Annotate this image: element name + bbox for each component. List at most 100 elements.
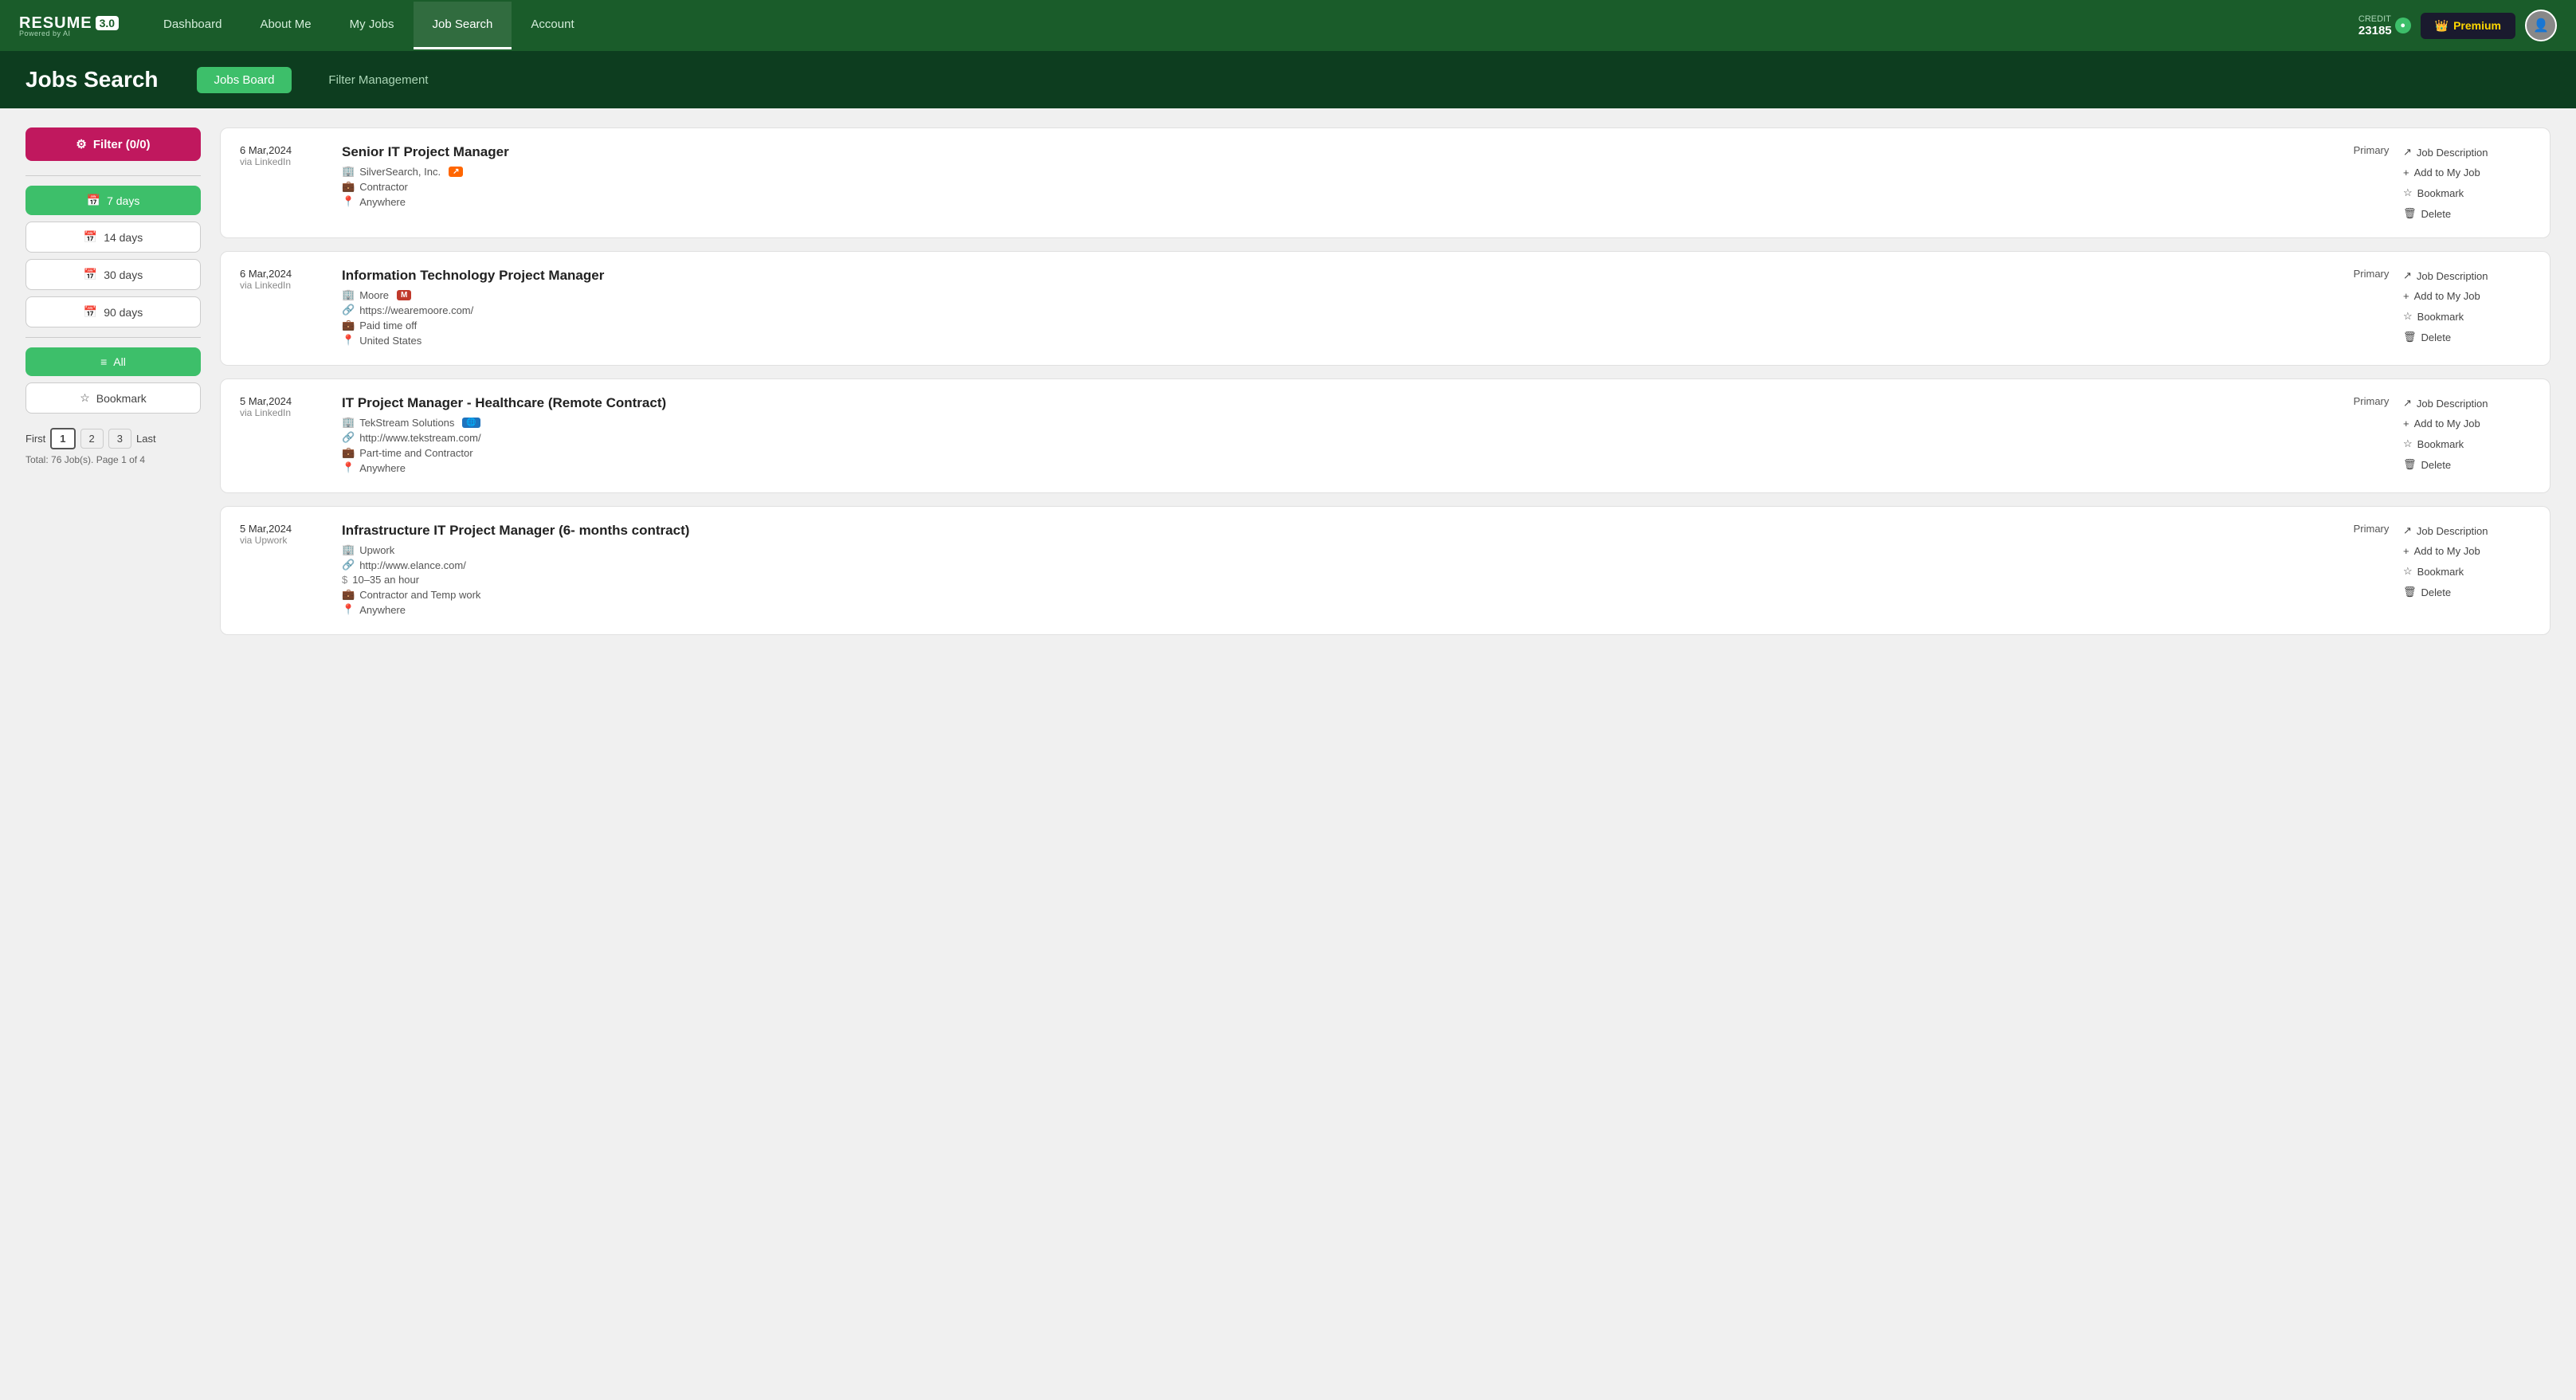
job-description-button[interactable]: ↗ Job Description (2403, 523, 2488, 539)
navbar: RESUME 3.0 Powered by AI Dashboard About… (0, 0, 2576, 51)
company-badge: ↗ (449, 167, 463, 177)
delete-button[interactable]: 🗑 Delete (2403, 329, 2451, 345)
filter-button[interactable]: ⚙ Filter (0/0) (25, 127, 201, 161)
description-icon: ↗ (2403, 397, 2412, 410)
job-company-row: 🏢 Moore M (342, 288, 2339, 301)
job-type-row: 💼 Contractor and Temp work (342, 588, 2339, 601)
bookmark-label: Bookmark (2417, 566, 2464, 578)
logo: RESUME 3.0 Powered by AI (19, 14, 119, 37)
job-type-badge: Primary (2339, 144, 2403, 156)
page-title: Jobs Search (25, 67, 159, 92)
job-company-row: 🏢 TekStream Solutions 🌐 (342, 416, 2339, 429)
filter-7days[interactable]: 📅 7 days (25, 186, 201, 215)
description-label: Job Description (2417, 270, 2488, 282)
job-actions: ↗ Job Description + Add to My Job ☆ Book… (2403, 268, 2531, 345)
bookmark-icon: ☆ (80, 391, 90, 405)
job-date: 6 Mar,2024 via LinkedIn (240, 144, 335, 167)
table-row: 6 Mar,2024 via LinkedIn Senior IT Projec… (220, 127, 2551, 238)
job-title: Infrastructure IT Project Manager (6- mo… (342, 523, 2339, 539)
bookmark-label: Bookmark (96, 392, 147, 405)
pagination-page-3[interactable]: 3 (108, 429, 131, 449)
nav-account[interactable]: Account (512, 2, 593, 49)
briefcase-icon: 💼 (342, 180, 355, 193)
nav-about-me[interactable]: About Me (241, 2, 330, 49)
job-via: via Upwork (240, 535, 335, 546)
job-website-row: 🔗 https://wearemoore.com/ (342, 304, 2339, 316)
bookmark-button[interactable]: ☆ Bookmark (2403, 436, 2464, 452)
briefcase-icon: 💼 (342, 588, 355, 601)
job-type-badge: Primary (2339, 523, 2403, 535)
job-info: IT Project Manager - Healthcare (Remote … (335, 395, 2339, 476)
job-location: Anywhere (359, 462, 406, 474)
job-description-button[interactable]: ↗ Job Description (2403, 395, 2488, 411)
description-icon: ↗ (2403, 269, 2412, 282)
filter-30days[interactable]: 📅 30 days (25, 259, 201, 290)
bookmark-button[interactable]: ☆ Bookmark (2403, 563, 2464, 579)
header-bar: Jobs Search Jobs Board Filter Management (0, 51, 2576, 108)
add-to-my-job-button[interactable]: + Add to My Job (2403, 543, 2480, 559)
filter-14days[interactable]: 📅 14 days (25, 222, 201, 253)
pagination-last[interactable]: Last (136, 433, 156, 445)
nav-my-jobs[interactable]: My Jobs (331, 2, 414, 49)
tab-jobs-board[interactable]: Jobs Board (197, 67, 292, 93)
building-icon: 🏢 (342, 165, 355, 178)
job-description-button[interactable]: ↗ Job Description (2403, 144, 2488, 160)
add-icon: + (2403, 545, 2409, 557)
delete-button[interactable]: 🗑 Delete (2403, 584, 2451, 600)
job-description-button[interactable]: ↗ Job Description (2403, 268, 2488, 284)
tab-filter-management[interactable]: Filter Management (311, 67, 445, 93)
job-date-main: 6 Mar,2024 (240, 144, 335, 156)
calendar-icon: 📅 (87, 194, 100, 207)
add-icon: + (2403, 290, 2409, 302)
star-icon: ☆ (2403, 437, 2413, 450)
job-title: Information Technology Project Manager (342, 268, 2339, 284)
filter-all[interactable]: ≡ All (25, 347, 201, 376)
nav-job-search[interactable]: Job Search (414, 2, 512, 49)
calendar-icon: 📅 (84, 305, 97, 319)
30days-label: 30 days (104, 269, 143, 281)
job-website-row: 🔗 http://www.elance.com/ (342, 559, 2339, 571)
delete-button[interactable]: 🗑 Delete (2403, 457, 2451, 473)
trash-icon: 🗑 (2403, 207, 2417, 220)
credit-label: CREDIT (2358, 14, 2392, 24)
nav-right: CREDIT 23185 ● 👑 Premium 👤 (2358, 10, 2557, 41)
logo-powered: Powered by AI (19, 29, 119, 37)
job-company: Upwork (359, 544, 394, 556)
job-salary-row: $ 10–35 an hour (342, 574, 2339, 586)
all-label: All (113, 355, 126, 368)
bookmark-button[interactable]: ☆ Bookmark (2403, 308, 2464, 324)
premium-button[interactable]: 👑 Premium (2421, 13, 2515, 39)
job-title: IT Project Manager - Healthcare (Remote … (342, 395, 2339, 411)
pagination-page-1[interactable]: 1 (50, 428, 75, 449)
job-via: via LinkedIn (240, 280, 335, 291)
delete-label: Delete (2421, 586, 2452, 598)
trash-icon: 🗑 (2403, 586, 2417, 598)
building-icon: 🏢 (342, 288, 355, 301)
job-title: Senior IT Project Manager (342, 144, 2339, 160)
add-to-my-job-button[interactable]: + Add to My Job (2403, 288, 2480, 304)
credit-icon: ● (2395, 18, 2411, 33)
table-row: 6 Mar,2024 via LinkedIn Information Tech… (220, 251, 2551, 366)
add-to-my-job-button[interactable]: + Add to My Job (2403, 165, 2480, 180)
link-icon: 🔗 (342, 559, 355, 571)
bookmark-label: Bookmark (2417, 438, 2464, 450)
job-date-main: 5 Mar,2024 (240, 395, 335, 407)
job-date-main: 6 Mar,2024 (240, 268, 335, 280)
job-type-row: 💼 Contractor (342, 180, 2339, 193)
bookmark-button[interactable]: ☆ Bookmark (2403, 185, 2464, 201)
pagination-first[interactable]: First (25, 433, 45, 445)
avatar[interactable]: 👤 (2525, 10, 2557, 41)
job-type-badge: Primary (2339, 268, 2403, 280)
add-label: Add to My Job (2414, 418, 2480, 429)
add-to-my-job-button[interactable]: + Add to My Job (2403, 416, 2480, 431)
table-row: 5 Mar,2024 via LinkedIn IT Project Manag… (220, 378, 2551, 493)
filter-90days[interactable]: 📅 90 days (25, 296, 201, 327)
delete-button[interactable]: 🗑 Delete (2403, 206, 2451, 222)
sidebar-divider (25, 175, 201, 176)
description-label: Job Description (2417, 398, 2488, 410)
nav-dashboard[interactable]: Dashboard (144, 2, 241, 49)
job-location-row: 📍 Anywhere (342, 195, 2339, 208)
filter-bookmark[interactable]: ☆ Bookmark (25, 382, 201, 414)
job-type: Part-time and Contractor (359, 447, 472, 459)
pagination-page-2[interactable]: 2 (80, 429, 104, 449)
